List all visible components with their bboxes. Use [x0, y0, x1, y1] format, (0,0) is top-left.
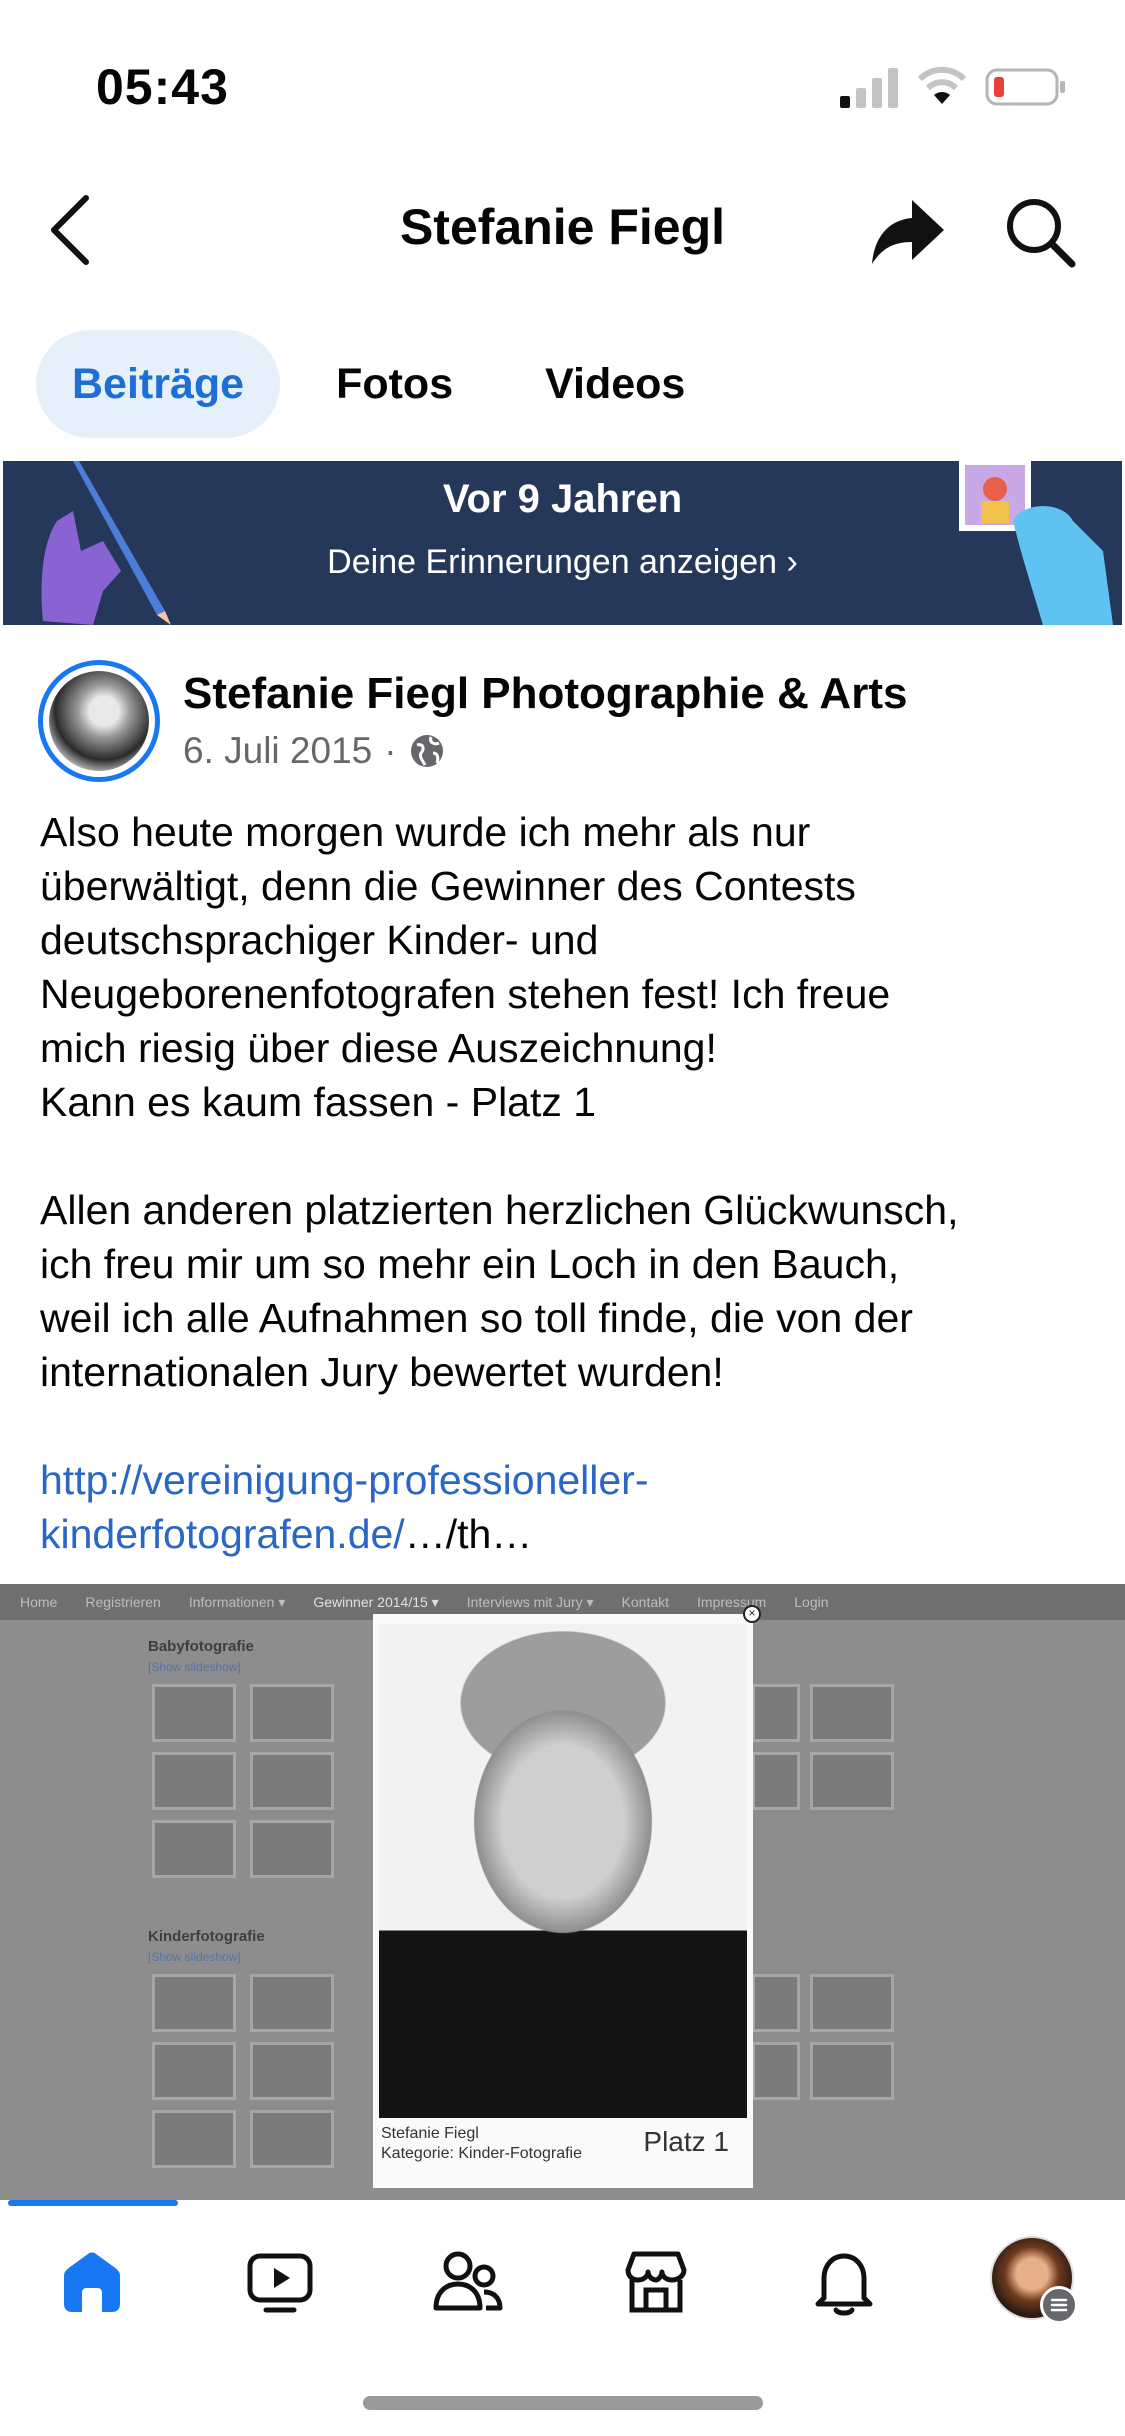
site-thumbnail	[810, 1974, 894, 2032]
bottom-tab-bar	[0, 2200, 1125, 2360]
site-thumbnail	[250, 1820, 334, 1878]
site-section-baby: Babyfotografie	[148, 1638, 254, 1655]
meta-separator: ·	[384, 730, 397, 771]
active-tab-indicator	[8, 2200, 178, 2206]
site-thumbnail	[250, 1974, 334, 2032]
avatar-image	[49, 671, 149, 771]
page-avatar[interactable]	[38, 660, 160, 782]
site-thumbnail	[152, 1974, 236, 2032]
site-thumbnail	[810, 2042, 894, 2100]
site-thumbnail	[152, 1820, 236, 1878]
site-slideshow-link: [Show slideshow]	[148, 1950, 241, 1964]
nav-header: Stefanie Fiegl	[0, 170, 1125, 290]
site-nav-item: Registrieren	[85, 1594, 161, 1610]
post-line: überwältigt, denn die Gewinner des Conte…	[40, 863, 856, 909]
site-thumbnail	[810, 1684, 894, 1742]
site-thumbnail	[752, 1684, 800, 1742]
site-thumbnail	[250, 1684, 334, 1742]
tab-notifications[interactable]	[804, 2242, 884, 2322]
lightbox-popup: Stefanie Fiegl Kategorie: Kinder-Fotogra…	[373, 1614, 753, 2188]
portrait-photo	[379, 1624, 747, 2118]
profile-tabs: Beiträge Fotos Videos	[36, 330, 721, 438]
status-time: 05:43	[96, 59, 229, 115]
tab-marketplace[interactable]	[616, 2242, 696, 2322]
site-thumbnail	[152, 1684, 236, 1742]
battery-icon	[985, 68, 1065, 106]
site-nav-item: Login	[794, 1594, 829, 1610]
cellular-signal-icon	[840, 68, 898, 108]
bell-icon	[815, 2253, 873, 2316]
caption-name: Stefanie Fiegl	[381, 2125, 479, 2142]
caption-category: Kategorie: Kinder-Fotografie	[381, 2145, 582, 2162]
close-icon: ×	[743, 1605, 761, 1623]
share-icon[interactable]	[868, 192, 948, 268]
post-line: Allen anderen platzierten herzlichen Glü…	[40, 1187, 959, 1233]
menu-icon[interactable]	[1040, 2286, 1078, 2324]
post-meta: 6. Juli 2015 ·	[183, 730, 445, 772]
tab-posts[interactable]: Beiträge	[36, 330, 281, 438]
site-thumbnail	[152, 2110, 236, 2168]
tab-friends[interactable]	[428, 2242, 508, 2322]
home-indicator	[363, 2396, 763, 2410]
hamburger-icon	[1050, 2298, 1068, 2312]
site-thumbnail	[250, 1752, 334, 1810]
tab-video[interactable]	[240, 2242, 320, 2322]
memories-link[interactable]: Deine Erinnerungen anzeigen ›	[3, 543, 1122, 582]
site-slideshow-link: [Show slideshow]	[148, 1660, 241, 1674]
post-link-suffix[interactable]: …/th…	[405, 1511, 533, 1557]
post-author[interactable]: Stefanie Fiegl Photographie & Arts	[183, 669, 907, 719]
site-thumbnail	[250, 2110, 334, 2168]
site-nav-item: Informationen ▾	[188, 1593, 286, 1610]
video-icon	[247, 2253, 313, 2313]
status-bar: 05:43	[0, 0, 1125, 150]
home-icon	[64, 2252, 120, 2312]
wifi-icon	[917, 66, 967, 104]
post-link[interactable]: http://vereinigung-professioneller-	[40, 1457, 649, 1503]
post-line: Kann es kaum fassen - Platz 1	[40, 1079, 597, 1125]
site-thumbnail	[752, 1974, 800, 2032]
post-date[interactable]: 6. Juli 2015	[183, 730, 372, 772]
post-line: deutschsprachiger Kinder- und	[40, 917, 599, 963]
post-line: weil ich alle Aufnahmen so toll finde, d…	[40, 1295, 913, 1341]
site-nav-item: Kontakt	[621, 1594, 670, 1610]
friends-icon	[433, 2251, 503, 2311]
post-line: Neugeborenenfotografen stehen fest! Ich …	[40, 971, 891, 1017]
site-thumbnail	[250, 2042, 334, 2100]
post-text: Also heute morgen wurde ich mehr als nur…	[40, 805, 1090, 1561]
tab-photos[interactable]: Fotos	[300, 330, 489, 438]
site-thumbnail	[152, 2042, 236, 2100]
site-nav-item: Home	[20, 1594, 58, 1610]
marketplace-icon	[625, 2251, 687, 2313]
post-link-cont[interactable]: kinderfotografen.de/	[40, 1511, 405, 1557]
post-line: mich riesig über diese Auszeichnung!	[40, 1025, 717, 1071]
tab-videos[interactable]: Videos	[509, 330, 721, 438]
site-nav-item: Interviews mit Jury ▾	[466, 1593, 594, 1610]
site-thumbnail	[152, 1752, 236, 1810]
memories-banner[interactable]: Vor 9 Jahren Deine Erinnerungen anzeigen…	[3, 461, 1122, 625]
page-title: Stefanie Fiegl	[399, 199, 726, 255]
site-thumbnail	[752, 1752, 800, 1810]
post-line: Also heute morgen wurde ich mehr als nur	[40, 809, 811, 855]
site-nav-item: Gewinner 2014/15 ▾	[313, 1593, 439, 1610]
tab-home[interactable]	[52, 2242, 132, 2322]
placement-label: Platz 1	[643, 2126, 729, 2157]
search-icon[interactable]	[1000, 192, 1080, 272]
post-line: internationalen Jury bewertet wurden!	[40, 1349, 724, 1395]
post-image[interactable]: Home Registrieren Informationen ▾ Gewinn…	[0, 1584, 1125, 2200]
memories-title: Vor 9 Jahren	[442, 477, 683, 521]
post-line: ich freu mir um so mehr ein Loch in den …	[40, 1241, 900, 1287]
globe-icon	[410, 735, 443, 767]
site-thumbnail	[752, 2042, 800, 2100]
site-section-kids: Kinderfotografie	[148, 1928, 265, 1945]
site-thumbnail	[810, 1752, 894, 1810]
photo-caption: Stefanie Fiegl Kategorie: Kinder-Fotogra…	[381, 2124, 582, 2164]
